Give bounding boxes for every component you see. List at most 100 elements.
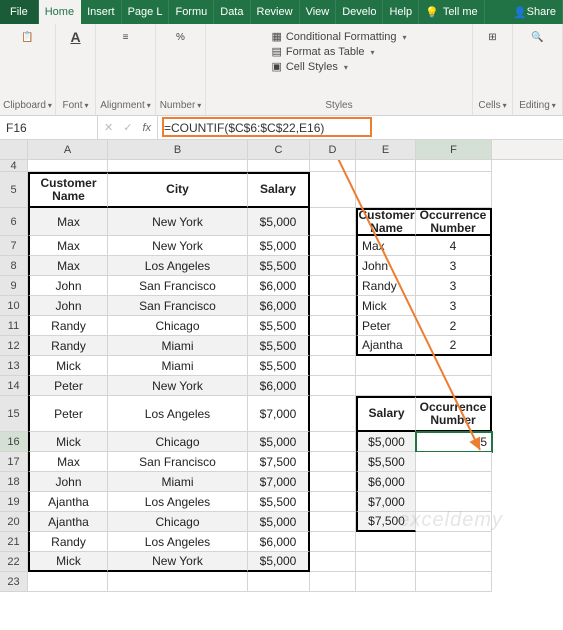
cell[interactable]: Customer Name (356, 208, 416, 236)
cell[interactable]: Mick (28, 552, 108, 572)
cell[interactable]: $5,500 (248, 256, 310, 276)
cell[interactable] (28, 572, 108, 592)
editing-label[interactable]: Editing (519, 100, 556, 113)
cell[interactable]: Peter (28, 376, 108, 396)
cell[interactable] (108, 572, 248, 592)
cell[interactable] (416, 160, 492, 172)
cell[interactable] (310, 532, 356, 552)
cell[interactable]: Los Angeles (108, 256, 248, 276)
tab-home[interactable]: Home (39, 0, 81, 24)
cell[interactable]: Miami (108, 336, 248, 356)
cell[interactable]: Chicago (108, 432, 248, 452)
cell[interactable] (248, 160, 310, 172)
row-header-22[interactable]: 22 (0, 552, 28, 572)
row-header-9[interactable]: 9 (0, 276, 28, 296)
cell[interactable] (310, 552, 356, 572)
cell[interactable] (310, 160, 356, 172)
tab-insert[interactable]: Insert (81, 0, 122, 24)
cell[interactable]: $6,000 (248, 376, 310, 396)
row-header-6[interactable]: 6 (0, 208, 28, 236)
tab-page-layout[interactable]: Page L (122, 0, 170, 24)
cell[interactable]: $5,000 (248, 512, 310, 532)
cell[interactable] (416, 472, 492, 492)
cell[interactable]: Ajantha (28, 512, 108, 532)
cell[interactable]: $7,500 (356, 512, 416, 532)
tab-data[interactable]: Data (214, 0, 250, 24)
cell[interactable]: $5,000 (356, 432, 416, 452)
cell[interactable] (310, 572, 356, 592)
cell[interactable]: Max (356, 236, 416, 256)
cell[interactable] (310, 472, 356, 492)
cell[interactable]: San Francisco (108, 452, 248, 472)
cell[interactable] (356, 172, 416, 208)
cell[interactable] (356, 532, 416, 552)
cell[interactable] (356, 356, 416, 376)
cell[interactable] (356, 572, 416, 592)
cell[interactable] (310, 316, 356, 336)
number-label[interactable]: Number (160, 100, 202, 113)
cell[interactable]: 3 (416, 296, 492, 316)
number-button[interactable]: % (170, 26, 192, 50)
cell[interactable]: Mick (28, 356, 108, 376)
cell[interactable] (310, 512, 356, 532)
cell[interactable]: Randy (28, 336, 108, 356)
tab-view[interactable]: View (300, 0, 337, 24)
row-header-8[interactable]: 8 (0, 256, 28, 276)
cell[interactable] (416, 492, 492, 512)
share-button[interactable]: 👤 Share (507, 0, 563, 24)
row-header-5[interactable]: 5 (0, 172, 28, 208)
cell[interactable] (310, 356, 356, 376)
tab-formulas[interactable]: Formu (169, 0, 214, 24)
cell[interactable]: $5,000 (248, 208, 310, 236)
col-B[interactable]: B (108, 140, 248, 159)
cell[interactable]: $7,000 (356, 492, 416, 512)
cell[interactable]: 4 (416, 236, 492, 256)
format-as-table-button[interactable]: ▤Format as Table (271, 45, 406, 58)
cell[interactable]: Randy (356, 276, 416, 296)
row-header-10[interactable]: 10 (0, 296, 28, 316)
cell[interactable] (416, 356, 492, 376)
cell[interactable]: Chicago (108, 316, 248, 336)
cell[interactable]: Randy (28, 316, 108, 336)
cell[interactable]: New York (108, 376, 248, 396)
cell[interactable]: John (28, 276, 108, 296)
alignment-label[interactable]: Alignment (100, 100, 150, 113)
cell[interactable]: Los Angeles (108, 492, 248, 512)
tab-review[interactable]: Review (251, 0, 300, 24)
cell[interactable] (416, 452, 492, 472)
cell[interactable]: $6,000 (248, 532, 310, 552)
row-header-23[interactable]: 23 (0, 572, 28, 592)
select-all-corner[interactable] (0, 140, 28, 159)
row-header-16[interactable]: 16 (0, 432, 28, 452)
cells-button[interactable]: ⊞ (482, 26, 504, 50)
col-F[interactable]: F (416, 140, 492, 159)
cell[interactable] (356, 160, 416, 172)
col-C[interactable]: C (248, 140, 310, 159)
cell[interactable]: New York (108, 552, 248, 572)
cell[interactable]: $5,500 (248, 316, 310, 336)
col-D[interactable]: D (310, 140, 356, 159)
cell[interactable] (310, 376, 356, 396)
enter-icon[interactable]: ✓ (123, 121, 132, 134)
cell[interactable]: $5,500 (356, 452, 416, 472)
row-header-4[interactable]: 4 (0, 160, 28, 172)
cell[interactable]: $6,000 (356, 472, 416, 492)
cell[interactable]: Max (28, 236, 108, 256)
cell[interactable]: Mick (28, 432, 108, 452)
cell[interactable] (416, 376, 492, 396)
row-header-14[interactable]: 14 (0, 376, 28, 396)
cell[interactable]: Occurrence Number (416, 396, 492, 432)
cell[interactable]: Peter (356, 316, 416, 336)
cell[interactable] (356, 552, 416, 572)
tab-help[interactable]: Help (383, 0, 419, 24)
cell[interactable] (416, 532, 492, 552)
cell[interactable]: $5,000 (248, 432, 310, 452)
cell[interactable] (416, 172, 492, 208)
cell[interactable]: New York (108, 208, 248, 236)
row-header-17[interactable]: 17 (0, 452, 28, 472)
cell[interactable]: Ajantha (28, 492, 108, 512)
col-E[interactable]: E (356, 140, 416, 159)
cell[interactable]: City (108, 172, 248, 208)
cell[interactable]: $5,500 (248, 336, 310, 356)
col-A[interactable]: A (28, 140, 108, 159)
